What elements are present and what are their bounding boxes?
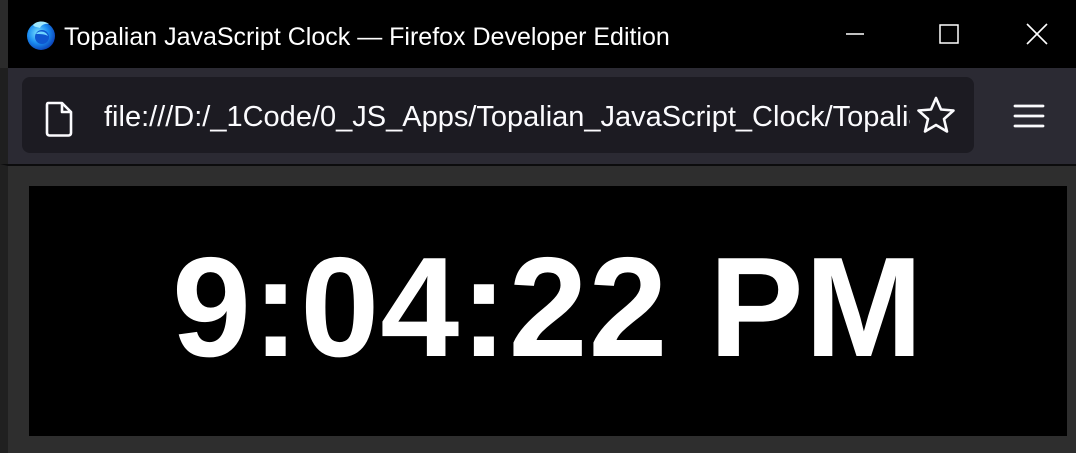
page-icon[interactable]: [44, 101, 74, 137]
close-button[interactable]: [990, 0, 1076, 68]
minimize-icon: [845, 24, 865, 44]
window-title: Topalian JavaScript Clock — Firefox Deve…: [64, 23, 670, 51]
page-content: 9:04:22 PM: [0, 164, 1076, 453]
star-icon[interactable]: [916, 95, 956, 135]
maximize-icon: [939, 24, 959, 44]
firefox-developer-edition-icon: [24, 18, 58, 52]
title-bar[interactable]: Topalian JavaScript Clock — Firefox Deve…: [0, 0, 1076, 68]
minimize-button[interactable]: [808, 0, 902, 68]
navigation-toolbar: file:///D:/_1Code/0_JS_Apps/Topalian_Jav…: [0, 68, 1076, 164]
url-bar[interactable]: file:///D:/_1Code/0_JS_Apps/Topalian_Jav…: [22, 77, 974, 153]
maximize-button[interactable]: [902, 0, 996, 68]
clock-panel: 9:04:22 PM: [29, 186, 1067, 436]
browser-window: Topalian JavaScript Clock — Firefox Deve…: [0, 0, 1076, 453]
hamburger-menu-icon[interactable]: [1012, 102, 1046, 132]
url-text[interactable]: file:///D:/_1Code/0_JS_Apps/Topalian_Jav…: [104, 99, 910, 135]
clock-time: 9:04:22 PM: [172, 228, 924, 387]
close-icon: [1026, 23, 1048, 45]
